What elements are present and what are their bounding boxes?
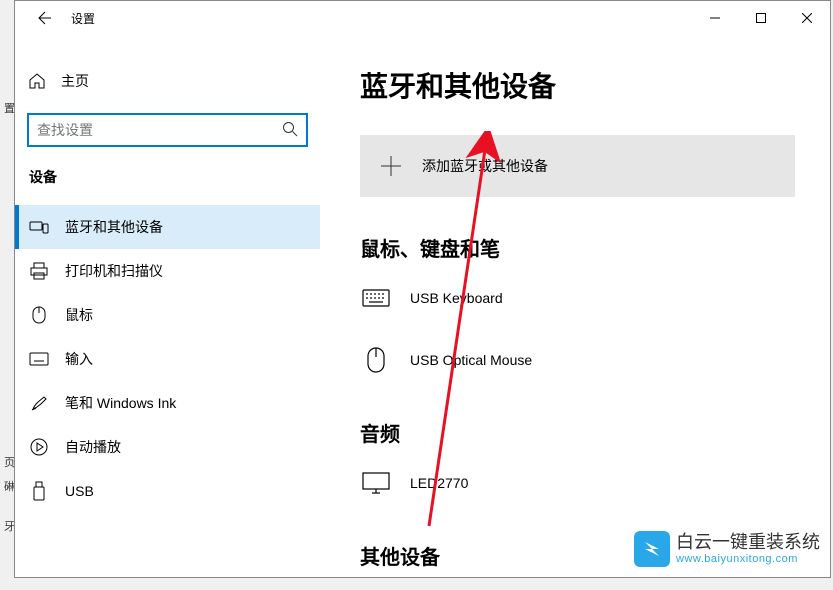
maximize-icon bbox=[756, 13, 766, 23]
content-area: 蓝牙和其他设备 添加蓝牙或其他设备 鼠标、键盘和笔 USB Keyboard U… bbox=[320, 35, 830, 577]
close-button[interactable] bbox=[784, 1, 830, 35]
device-row[interactable]: LED2770 bbox=[360, 461, 810, 505]
nav-item-usb[interactable]: USB bbox=[15, 469, 320, 513]
nav-item-printers[interactable]: 打印机和扫描仪 bbox=[15, 249, 320, 293]
device-row[interactable]: USB Optical Mouse bbox=[360, 338, 810, 382]
section-title-audio: 音频 bbox=[360, 418, 810, 447]
arrow-left-icon bbox=[35, 10, 51, 26]
minimize-icon bbox=[710, 13, 720, 23]
nav-item-label: USB bbox=[65, 483, 94, 499]
window-title: 设置 bbox=[71, 10, 95, 27]
search-input[interactable] bbox=[37, 122, 282, 138]
bluetooth-devices-icon bbox=[29, 217, 49, 237]
nav-item-label: 打印机和扫描仪 bbox=[65, 261, 163, 281]
search-box[interactable] bbox=[27, 113, 308, 147]
section-title-mkp: 鼠标、键盘和笔 bbox=[360, 233, 810, 262]
watermark-title: 白云一键重装系统 bbox=[676, 533, 820, 553]
watermark: 白云一键重装系统 www.baiyunxitong.com bbox=[634, 531, 820, 567]
usb-icon bbox=[29, 481, 49, 501]
settings-window: 设置 主页 bbox=[14, 0, 831, 578]
device-row[interactable]: USB Keyboard bbox=[360, 276, 810, 320]
keyboard-device-icon bbox=[362, 284, 390, 312]
device-name: LED2770 bbox=[410, 475, 468, 491]
device-name: USB Keyboard bbox=[410, 290, 503, 306]
home-link[interactable]: 主页 bbox=[15, 65, 320, 97]
add-device-button[interactable]: 添加蓝牙或其他设备 bbox=[360, 135, 795, 197]
home-label: 主页 bbox=[61, 71, 89, 91]
maximize-button[interactable] bbox=[738, 1, 784, 35]
watermark-url: www.baiyunxitong.com bbox=[676, 553, 820, 565]
category-label: 设备 bbox=[29, 167, 320, 187]
search-icon bbox=[282, 121, 298, 140]
minimize-button[interactable] bbox=[692, 1, 738, 35]
nav-item-label: 笔和 Windows Ink bbox=[65, 393, 176, 413]
mouse-icon bbox=[29, 305, 49, 325]
nav-item-mouse[interactable]: 鼠标 bbox=[15, 293, 320, 337]
device-name: USB Optical Mouse bbox=[410, 352, 532, 368]
nav-item-label: 自动播放 bbox=[65, 437, 121, 457]
printer-icon bbox=[29, 261, 49, 281]
nav-item-label: 蓝牙和其他设备 bbox=[65, 217, 163, 237]
close-icon bbox=[802, 13, 812, 23]
autoplay-icon bbox=[29, 437, 49, 457]
nav-item-autoplay[interactable]: 自动播放 bbox=[15, 425, 320, 469]
home-icon bbox=[27, 71, 47, 91]
nav-item-typing[interactable]: 输入 bbox=[15, 337, 320, 381]
window-controls bbox=[692, 1, 830, 35]
sidebar: 主页 设备 蓝牙和其他设备 bbox=[15, 35, 320, 577]
back-button[interactable] bbox=[23, 1, 63, 35]
nav-item-bluetooth[interactable]: 蓝牙和其他设备 bbox=[15, 205, 320, 249]
watermark-logo-icon bbox=[634, 531, 670, 567]
background-artifacts: 置 页 碄 牙 bbox=[0, 0, 14, 590]
pen-icon bbox=[29, 393, 49, 413]
nav-list: 蓝牙和其他设备 打印机和扫描仪 鼠标 bbox=[15, 205, 320, 513]
plus-icon bbox=[360, 135, 422, 197]
nav-item-label: 输入 bbox=[65, 349, 93, 369]
nav-item-pen[interactable]: 笔和 Windows Ink bbox=[15, 381, 320, 425]
mouse-device-icon bbox=[362, 346, 390, 374]
page-title: 蓝牙和其他设备 bbox=[360, 65, 810, 105]
titlebar: 设置 bbox=[15, 1, 830, 35]
monitor-icon bbox=[362, 469, 390, 497]
nav-item-label: 鼠标 bbox=[65, 305, 93, 325]
keyboard-icon bbox=[29, 349, 49, 369]
add-device-label: 添加蓝牙或其他设备 bbox=[422, 156, 548, 176]
